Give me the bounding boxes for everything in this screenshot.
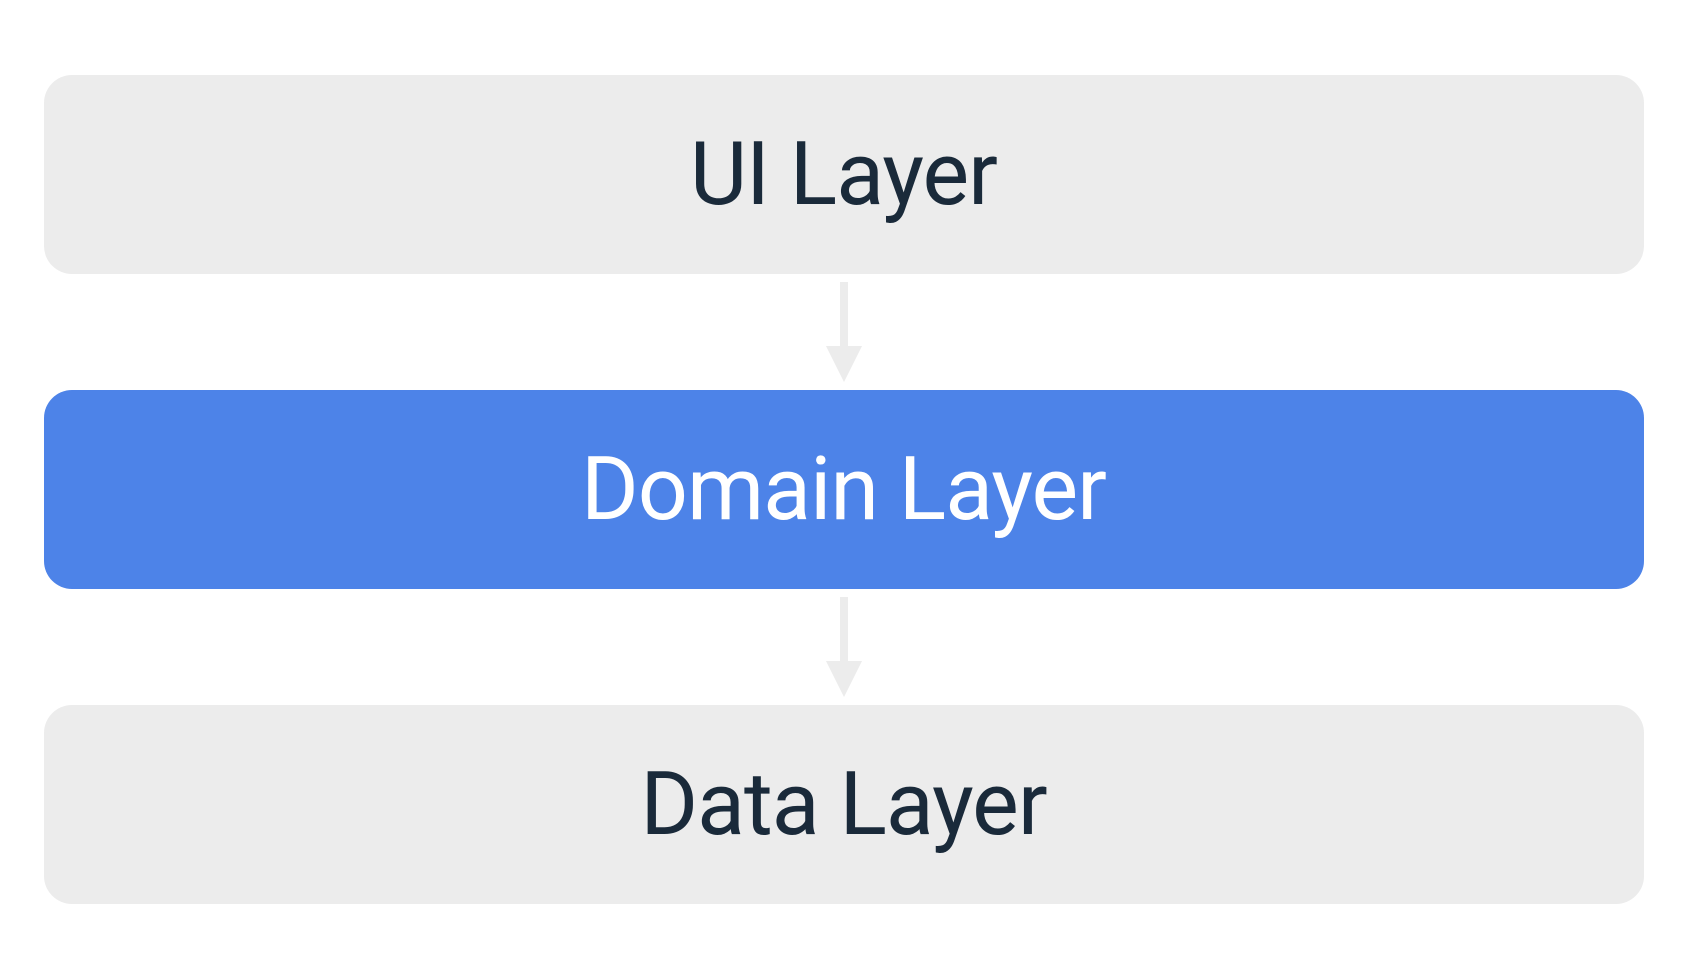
domain-layer-box: Domain Layer (44, 390, 1644, 589)
data-layer-box: Data Layer (44, 705, 1644, 904)
architecture-diagram: UI Layer Domain Layer Data Layer (44, 75, 1644, 904)
arrow-down-icon (820, 589, 868, 705)
ui-layer-label: UI Layer (690, 123, 997, 226)
ui-layer-box: UI Layer (44, 75, 1644, 274)
domain-layer-label: Domain Layer (581, 438, 1106, 541)
data-layer-label: Data Layer (640, 753, 1046, 856)
arrow-down-icon (820, 274, 868, 390)
